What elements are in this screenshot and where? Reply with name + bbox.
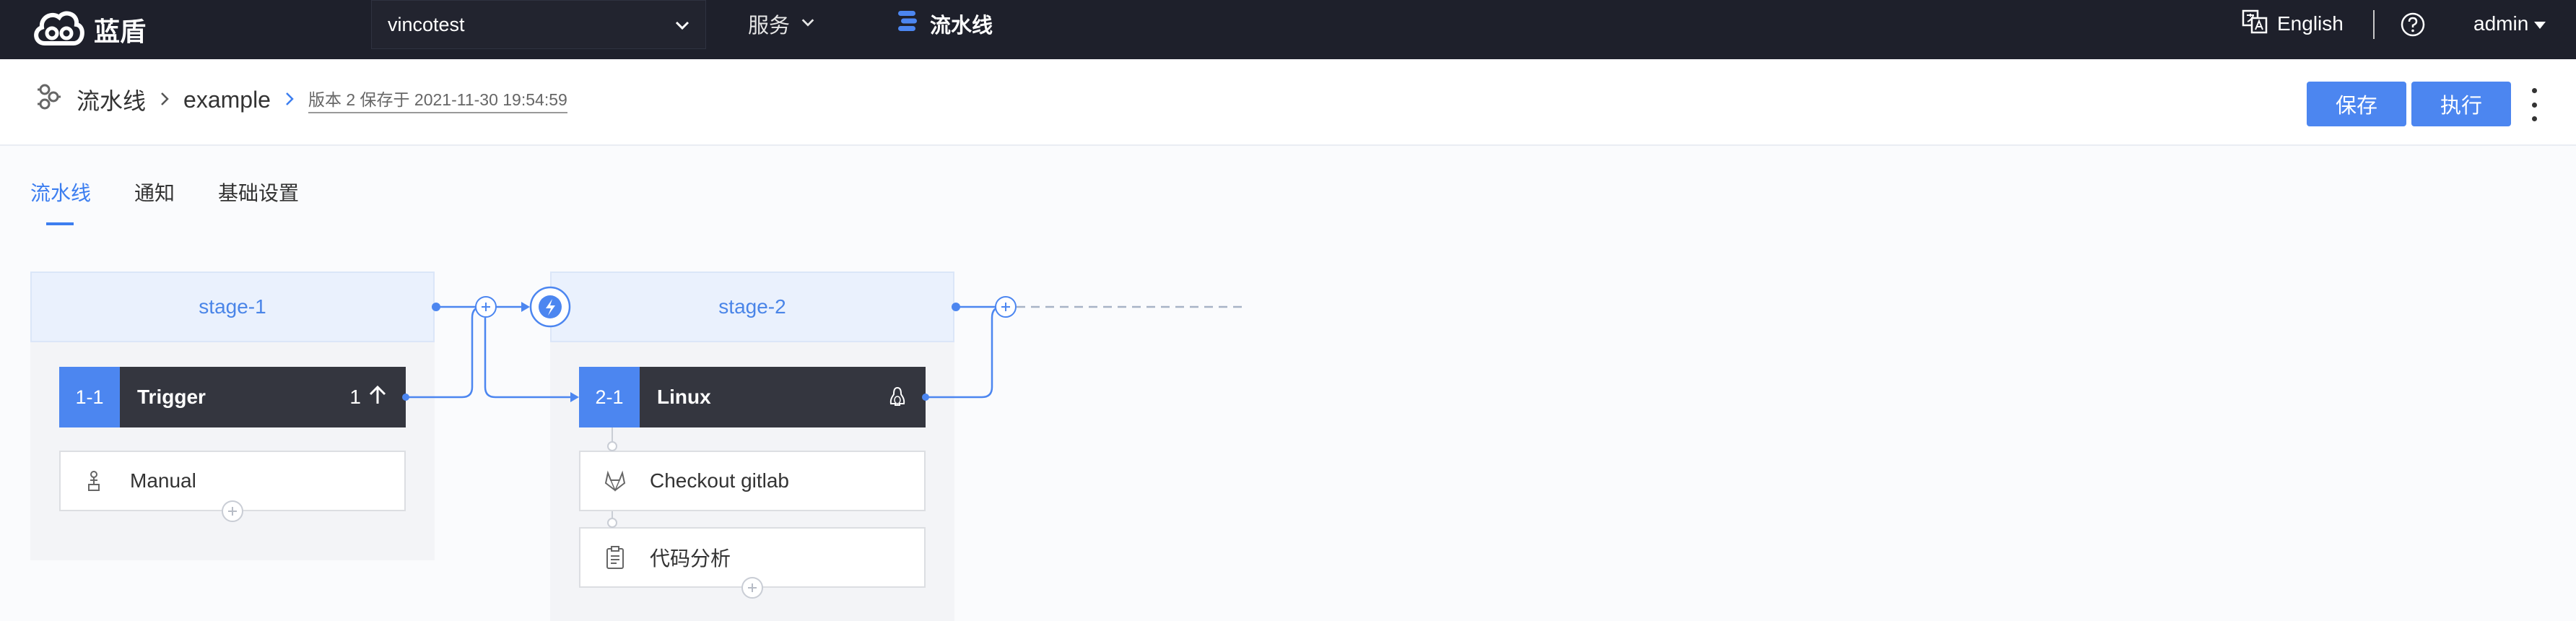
add-stage-button[interactable] — [475, 296, 497, 318]
add-stage-button[interactable] — [995, 296, 1017, 318]
pipeline-connectors — [402, 286, 1245, 528]
